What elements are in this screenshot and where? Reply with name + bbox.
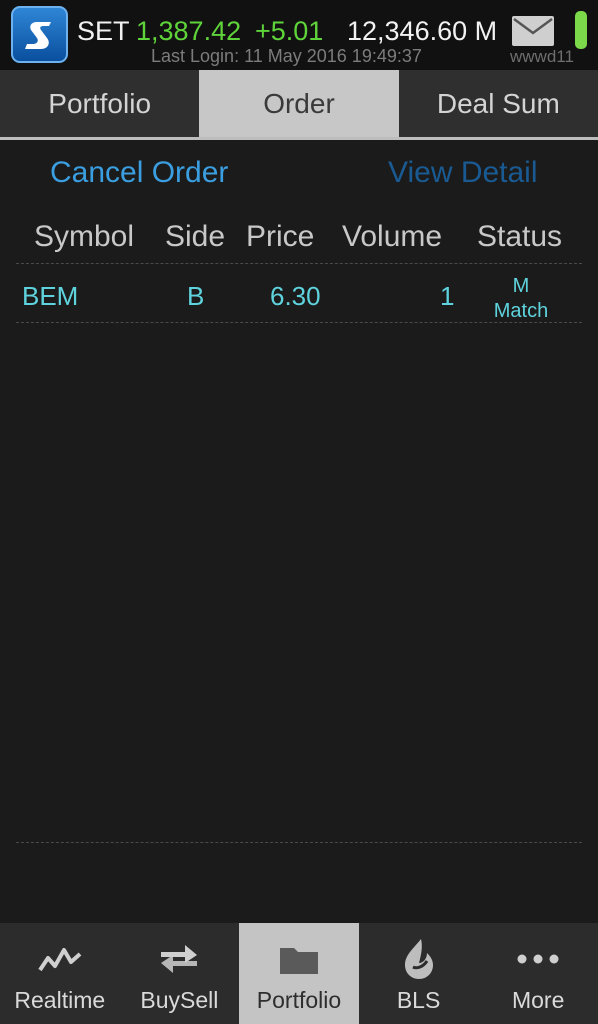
cancel-order-button[interactable]: Cancel Order	[50, 156, 228, 190]
nav-buysell[interactable]: BuySell	[120, 923, 240, 1024]
status-code: M	[512, 275, 530, 297]
nav-bls[interactable]: BLS	[359, 923, 479, 1024]
tab-deal-sum[interactable]: Deal Sum	[398, 70, 598, 137]
bottom-navigation: Realtime BuySell Portfolio BLS More	[0, 923, 598, 1024]
index-volume: 12,346.60 M	[347, 16, 498, 46]
folder-icon	[274, 937, 324, 981]
pulse-chart-icon	[35, 937, 85, 981]
top-status-bar: SET 1,387.42 +5.01 12,346.60 M Last Logi…	[0, 0, 598, 70]
column-header-price: Price	[246, 220, 315, 253]
cell-price: 6.30	[270, 281, 321, 311]
cell-side: B	[187, 281, 205, 311]
nav-label: BuySell	[140, 987, 219, 1013]
nav-label: Portfolio	[256, 987, 342, 1013]
more-dots-icon	[513, 937, 563, 981]
tab-underline	[0, 137, 598, 140]
column-header-volume: Volume	[342, 220, 443, 253]
battery-icon	[575, 11, 587, 49]
bls-flame-logo-icon	[394, 937, 444, 981]
column-header-symbol: Symbol	[34, 220, 135, 253]
nav-portfolio[interactable]: Portfolio	[239, 923, 359, 1024]
nav-label: More	[511, 987, 565, 1013]
cell-symbol: BEM	[22, 281, 79, 311]
swap-arrows-icon	[154, 937, 204, 981]
divider	[16, 842, 582, 843]
status-text: Match	[493, 300, 549, 322]
mail-icon[interactable]	[512, 16, 554, 46]
column-header-status: Status	[477, 220, 563, 253]
view-detail-button[interactable]: View Detail	[388, 156, 538, 190]
nav-realtime[interactable]: Realtime	[0, 923, 120, 1024]
user-id: wwwd11	[510, 47, 574, 66]
divider	[16, 263, 582, 264]
divider	[16, 322, 582, 323]
app-logo-icon[interactable]	[11, 6, 68, 63]
last-login-text: Last Login: 11 May 2016 19:49:37	[151, 46, 422, 66]
nav-label: BLS	[396, 987, 441, 1013]
index-name: SET	[77, 16, 130, 46]
nav-more[interactable]: More	[478, 923, 598, 1024]
nav-label: Realtime	[14, 987, 106, 1013]
index-value: 1,387.42	[136, 16, 242, 46]
tab-order[interactable]: Order	[199, 70, 399, 137]
tab-portfolio[interactable]: Portfolio	[0, 70, 200, 137]
cell-volume: 1	[440, 281, 455, 311]
column-header-side: Side	[165, 220, 226, 253]
index-change: +5.01	[255, 16, 324, 46]
tab-bar: Portfolio Order Deal Sum	[0, 70, 598, 137]
cell-status: M Match	[486, 274, 556, 324]
